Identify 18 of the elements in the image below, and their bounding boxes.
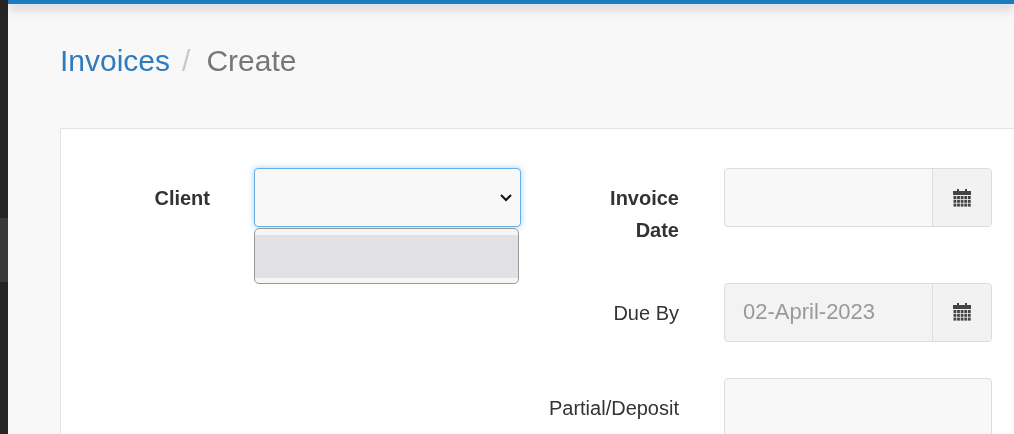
breadcrumb-current: Create xyxy=(206,44,297,78)
breadcrumb-link[interactable]: Invoices xyxy=(60,44,171,78)
calendar-button[interactable] xyxy=(932,169,991,226)
calendar-icon xyxy=(952,187,972,208)
date-field[interactable]: 02-April-2023 xyxy=(724,282,992,342)
dropdown-option[interactable] xyxy=(255,235,518,278)
calendar-icon xyxy=(952,302,972,323)
client-select[interactable] xyxy=(254,168,521,227)
chevron-down-icon xyxy=(500,193,512,202)
field-label: Invoice Date xyxy=(609,186,679,243)
field-label: Due By xyxy=(613,300,679,326)
field-label: Partial/Deposit xyxy=(548,396,679,422)
breadcrumb-separator: / xyxy=(182,44,191,78)
field-label: Client xyxy=(154,186,210,211)
input-field[interactable] xyxy=(724,378,992,434)
calendar-button[interactable] xyxy=(932,283,991,341)
date-input[interactable]: 02-April-2023 xyxy=(725,283,932,341)
date-field[interactable] xyxy=(724,168,992,227)
